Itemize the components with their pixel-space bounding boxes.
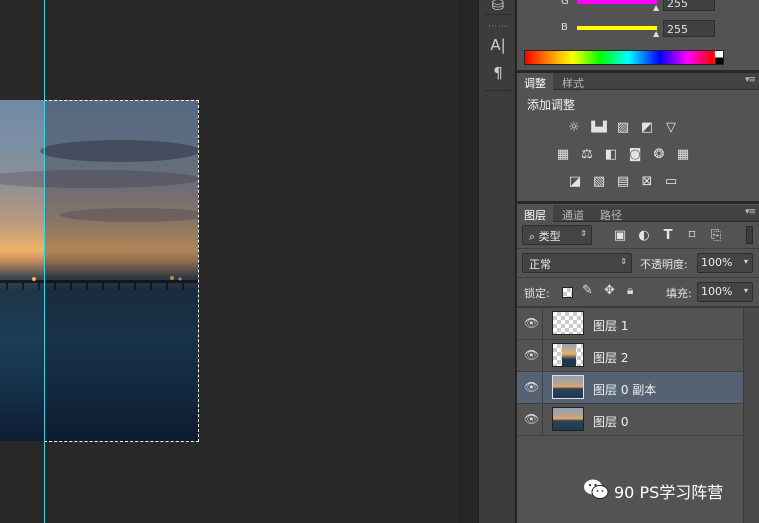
panel-menu-icon[interactable]: ▾≡ <box>745 75 756 85</box>
search-icon: ⌕ <box>529 230 539 243</box>
tab-layers[interactable]: 图层 <box>517 205 553 222</box>
lock-label: 锁定: <box>524 287 550 300</box>
photo-filter-icon[interactable]: ◙ <box>627 148 643 162</box>
fill-value: 100% <box>701 285 733 298</box>
collapsed-panel-dock: ⛁ ⋯⋯ A| ¶ <box>478 0 516 523</box>
opacity-value: 100% <box>701 256 733 269</box>
green-label: G <box>561 0 569 7</box>
divider <box>517 248 759 249</box>
filter-toggle[interactable] <box>746 226 753 244</box>
color-lookup-icon[interactable]: ▦ <box>675 148 691 162</box>
gradient-map-icon[interactable]: ▭ <box>663 175 679 189</box>
layer-row[interactable]: 👁︎ 图层 0 <box>517 404 743 436</box>
invert-icon[interactable]: ◪ <box>567 175 583 189</box>
selective-color-icon[interactable]: ⊠ <box>639 175 655 189</box>
blend-mode-value: 正常 <box>529 258 551 271</box>
exposure-icon[interactable]: ◩ <box>639 121 655 135</box>
visibility-eye-icon[interactable]: 👁︎ <box>521 308 543 339</box>
visibility-eye-icon[interactable]: 👁︎ <box>521 372 543 403</box>
layer-name[interactable]: 图层 0 副本 <box>593 381 656 398</box>
green-thumb-icon[interactable]: ▲ <box>653 3 659 12</box>
curves-icon[interactable]: ▨ <box>615 121 631 135</box>
layer-filter-value: 类型 <box>538 230 561 243</box>
brightness-icon[interactable]: ☼ <box>566 121 582 135</box>
channel-mixer-icon[interactable]: ❂ <box>651 148 667 162</box>
visibility-eye-icon[interactable]: 👁︎ <box>521 404 543 435</box>
color-balance-icon[interactable]: ⚖ <box>579 148 595 162</box>
panel-menu-icon[interactable]: ▾≡ <box>745 207 756 217</box>
fill-label: 填充: <box>666 287 692 300</box>
filter-pixel-icon[interactable]: ▣ <box>612 229 628 243</box>
hue-saturation-icon[interactable]: ▦ <box>555 148 571 162</box>
guide-line[interactable] <box>44 0 45 523</box>
paragraph-icon[interactable]: ¶ <box>479 64 517 82</box>
color-spectrum[interactable] <box>524 50 724 65</box>
layer-thumbnail <box>552 407 584 431</box>
fill-field[interactable]: 100% ▾ <box>697 282 753 302</box>
layer-thumbnail <box>552 375 584 399</box>
blue-value-field[interactable]: 255 <box>663 20 715 37</box>
levels-icon[interactable]: ▙▟ <box>591 121 607 135</box>
filter-smart-object-icon[interactable]: ⎘ <box>708 229 724 243</box>
tab-adjustments[interactable]: 调整 <box>517 73 553 90</box>
adjustments-tabbar: 调整 样式 ▾≡ <box>517 73 759 90</box>
panel-separator <box>517 201 759 204</box>
wechat-logo-icon <box>584 479 609 499</box>
lock-brush-icon[interactable]: ✎ <box>582 283 593 298</box>
green-value-field[interactable]: 255 <box>663 0 715 11</box>
lock-all-icon[interactable]: 🔒︎ <box>627 283 633 298</box>
marquee-selection[interactable] <box>44 100 199 442</box>
green-slider-row[interactable]: G ▲ 255 <box>517 0 759 12</box>
adjustments-title: 添加调整 <box>527 98 576 112</box>
lock-move-icon[interactable]: ✥ <box>604 283 615 298</box>
layer-name[interactable]: 图层 2 <box>593 349 628 366</box>
lock-transparent-icon[interactable] <box>562 287 573 298</box>
layer-name[interactable]: 图层 1 <box>593 317 628 334</box>
layer-thumbnail <box>552 343 584 367</box>
visibility-eye-icon[interactable]: 👁︎ <box>521 340 543 371</box>
tab-channels[interactable]: 通道 <box>555 205 591 222</box>
vibrance-icon[interactable]: ▽ <box>663 121 679 135</box>
green-track[interactable] <box>577 0 657 4</box>
layer-filter-select[interactable]: ⌕ 类型 ⇕ <box>522 225 592 245</box>
layer-name[interactable]: 图层 0 <box>593 413 628 430</box>
updown-arrow-icon: ⇕ <box>620 257 627 266</box>
layer-row[interactable]: 👁︎ 图层 2 <box>517 340 743 372</box>
watermark-text: 90 PS学习阵营 <box>614 483 724 502</box>
layers-tabbar: 图层 通道 路径 ▾≡ <box>517 205 759 222</box>
black-white-icon[interactable]: ◧ <box>603 148 619 162</box>
layers-scrollbar[interactable] <box>743 308 759 523</box>
blue-track[interactable] <box>577 26 657 30</box>
layer-row[interactable]: 👁︎ 图层 1 <box>517 308 743 340</box>
blue-thumb-icon[interactable]: ▲ <box>653 29 659 38</box>
blue-slider-row[interactable]: B ▲ 255 <box>517 20 759 38</box>
tab-paths[interactable]: 路径 <box>593 205 629 222</box>
character-icon[interactable]: A| <box>479 36 517 54</box>
filter-adjustment-icon[interactable]: ◐ <box>636 229 652 243</box>
history-icon[interactable]: ⛁ <box>479 0 517 14</box>
blue-label: B <box>561 22 568 33</box>
posterize-icon[interactable]: ▧ <box>591 175 607 189</box>
opacity-field[interactable]: 100% ▾ <box>697 253 753 273</box>
divider <box>517 277 759 278</box>
filter-type-icon[interactable]: T <box>660 229 676 243</box>
dock-grip-icon[interactable]: ⋯⋯ <box>479 22 517 32</box>
opacity-label: 不透明度: <box>640 258 688 271</box>
blend-mode-select[interactable]: 正常 ⇕ <box>522 253 632 273</box>
layer-thumbnail <box>552 311 584 335</box>
chevron-down-icon[interactable]: ▾ <box>744 286 748 295</box>
tab-styles[interactable]: 样式 <box>555 73 591 90</box>
chevron-down-icon[interactable]: ▾ <box>744 257 748 266</box>
updown-arrow-icon: ⇕ <box>580 229 587 238</box>
filter-shape-icon[interactable]: ⌑ <box>684 229 700 243</box>
panel-divider <box>460 0 478 523</box>
layer-row-selected[interactable]: 👁︎ 图层 0 副本 <box>517 372 743 404</box>
threshold-icon[interactable]: ▤ <box>615 175 631 189</box>
